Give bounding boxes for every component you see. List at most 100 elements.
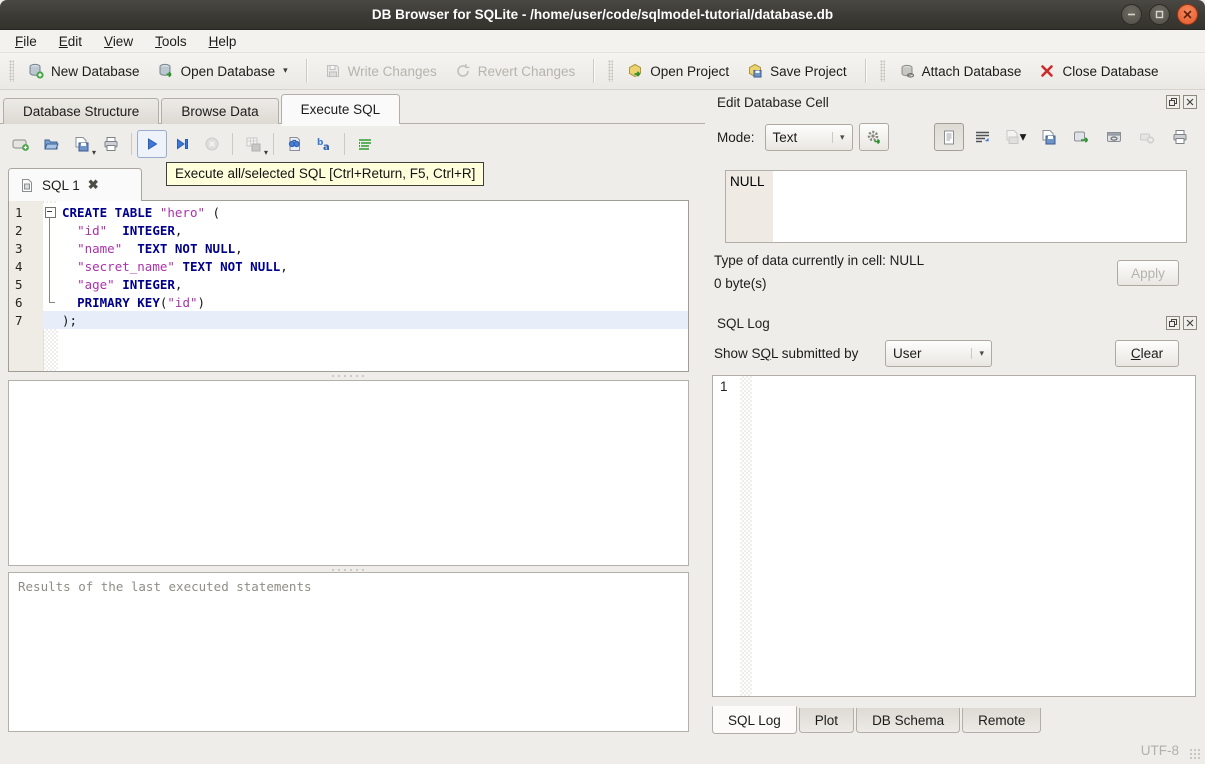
- code-lines: 1 CREATE TABLE "hero" (2 "id" INTEGER, 3 "…: [9, 203, 688, 329]
- cell-value-editor[interactable]: NULL: [725, 170, 1187, 243]
- printable-characters-button[interactable]: b a: [309, 130, 339, 158]
- edit-cell-dock-controls: [1166, 95, 1197, 109]
- print-sql-button[interactable]: [96, 130, 126, 158]
- menu-file[interactable]: File: [4, 30, 48, 52]
- import-cell-button[interactable]: ▾: [1000, 123, 1030, 151]
- splitter-handle[interactable]: [330, 374, 366, 378]
- svg-text:a: a: [323, 142, 330, 152]
- sql-document-tab[interactable]: SQL 1 ✖: [8, 168, 142, 201]
- save-results-icon: [246, 137, 261, 152]
- toolbar-handle[interactable]: [608, 60, 614, 82]
- clear-log-button[interactable]: Clear: [1115, 340, 1179, 367]
- open-file-icon: [44, 139, 59, 150]
- find-icon: [288, 137, 300, 151]
- log-fold-margin: [740, 376, 752, 696]
- sql-log-view[interactable]: 1: [712, 375, 1196, 697]
- set-null-button[interactable]: [1132, 123, 1162, 151]
- save-file-icon: [75, 137, 89, 152]
- copy-link-button[interactable]: [1099, 123, 1129, 151]
- execute-sql-button[interactable]: [137, 130, 167, 158]
- cell-value: NULL: [730, 174, 765, 189]
- results-message-pane[interactable]: Results of the last executed statements: [8, 572, 689, 732]
- find-button[interactable]: [279, 130, 309, 158]
- tab-db-schema[interactable]: DB Schema: [856, 708, 961, 733]
- characters-icon: b a: [317, 138, 330, 152]
- print-icon: [1173, 130, 1187, 144]
- word-wrap-button[interactable]: [967, 123, 997, 151]
- code-line[interactable]: 2 "id" INTEGER,: [9, 221, 688, 239]
- import-dropdown-icon: ▾: [1019, 129, 1027, 144]
- link-window-icon: [1107, 132, 1121, 142]
- save-results-button[interactable]: ▾: [238, 130, 268, 158]
- execute-current-line-button[interactable]: [167, 130, 197, 158]
- mode-combobox[interactable]: Text ▾: [764, 123, 853, 151]
- tab-remote[interactable]: Remote: [962, 708, 1042, 733]
- toolbar-separator: [131, 133, 132, 155]
- code-line[interactable]: 4 "secret_name" TEXT NOT NULL,: [9, 257, 688, 275]
- export-cell-button[interactable]: [1033, 123, 1063, 151]
- apply-button[interactable]: Apply: [1117, 260, 1179, 286]
- tab-sql-log[interactable]: SQL Log: [712, 706, 797, 734]
- toolbar-handle[interactable]: [9, 60, 14, 82]
- print-icon: [104, 137, 118, 151]
- save-project-button[interactable]: Save Project: [738, 58, 856, 84]
- sql-editor[interactable]: 1 CREATE TABLE "hero" (2 "id" INTEGER, 3 "…: [8, 200, 689, 372]
- minimize-button[interactable]: [1121, 4, 1142, 25]
- gear-arrow-icon: [867, 130, 880, 145]
- close-database-button[interactable]: Close Database: [1030, 58, 1167, 84]
- log-filter-combobox[interactable]: User ▾: [885, 340, 992, 367]
- toolbar-separator: [593, 59, 595, 83]
- resize-grip-icon[interactable]: [1189, 748, 1201, 760]
- stop-execution-button[interactable]: [197, 130, 227, 158]
- code-line[interactable]: 3 "name" TEXT NOT NULL,: [9, 239, 688, 257]
- tab-plot[interactable]: Plot: [798, 708, 855, 733]
- code-line[interactable]: 1 CREATE TABLE "hero" (: [9, 203, 688, 221]
- code-line[interactable]: 5 "age" INTEGER,: [9, 275, 688, 293]
- menu-view[interactable]: View: [93, 30, 144, 52]
- attach-database-button[interactable]: Attach Database: [890, 58, 1031, 84]
- format-sql-button[interactable]: [350, 130, 380, 158]
- new-sql-tab-button[interactable]: [6, 130, 36, 158]
- close-panel-icon[interactable]: [1183, 316, 1197, 330]
- attach-database-icon: [901, 64, 914, 78]
- save-sql-file-button[interactable]: ▾: [66, 130, 96, 158]
- cell-size-info: 0 byte(s): [714, 276, 767, 291]
- encoding-indicator[interactable]: UTF-8: [1141, 743, 1179, 758]
- show-sql-label: Show SQL submitted by: [714, 346, 859, 361]
- code-line[interactable]: 7);: [9, 311, 688, 329]
- open-database-dropdown-icon[interactable]: ▾: [283, 65, 288, 79]
- dock-tabbar: SQL Log Plot DB Schema Remote: [712, 706, 1043, 734]
- auto-apply-button[interactable]: [858, 123, 889, 151]
- close-button[interactable]: [1177, 4, 1198, 25]
- print-cell-button[interactable]: [1165, 123, 1195, 151]
- menu-tools[interactable]: Tools: [144, 30, 198, 52]
- float-panel-icon[interactable]: [1166, 95, 1180, 109]
- tab-browse-data[interactable]: Browse Data: [161, 98, 279, 124]
- menu-edit[interactable]: Edit: [48, 30, 93, 52]
- new-database-button[interactable]: New Database: [19, 58, 149, 84]
- titlebar[interactable]: DB Browser for SQLite - /home/user/code/…: [0, 0, 1205, 30]
- open-in-app-button[interactable]: [1066, 123, 1096, 151]
- write-changes-button[interactable]: Write Changes: [316, 58, 446, 84]
- main-area: Database Structure Browse Data Execute S…: [0, 90, 705, 764]
- revert-changes-button[interactable]: Revert Changes: [446, 58, 585, 84]
- execute-icon: [148, 138, 158, 150]
- code-line[interactable]: 6 PRIMARY KEY("id"): [9, 293, 688, 311]
- maximize-button[interactable]: [1149, 4, 1170, 25]
- open-sql-file-button[interactable]: [36, 130, 66, 158]
- tab-database-structure[interactable]: Database Structure: [3, 98, 160, 124]
- text-document-icon: [944, 130, 954, 144]
- toolbar-handle[interactable]: [879, 60, 885, 82]
- menu-help[interactable]: Help: [198, 30, 248, 52]
- float-panel-icon[interactable]: [1166, 316, 1180, 330]
- window-title: DB Browser for SQLite - /home/user/code/…: [371, 7, 834, 22]
- open-project-button[interactable]: Open Project: [618, 58, 738, 84]
- text-mode-button[interactable]: [934, 123, 964, 151]
- word-wrap-icon: [975, 131, 989, 143]
- open-database-button[interactable]: Open Database ▾: [149, 58, 297, 84]
- close-panel-icon[interactable]: [1183, 95, 1197, 109]
- sql-tab-close-icon[interactable]: ✖: [88, 177, 99, 193]
- tab-execute-sql[interactable]: Execute SQL: [280, 94, 401, 124]
- results-grid-pane[interactable]: [8, 380, 689, 566]
- new-database-icon: [29, 63, 44, 79]
